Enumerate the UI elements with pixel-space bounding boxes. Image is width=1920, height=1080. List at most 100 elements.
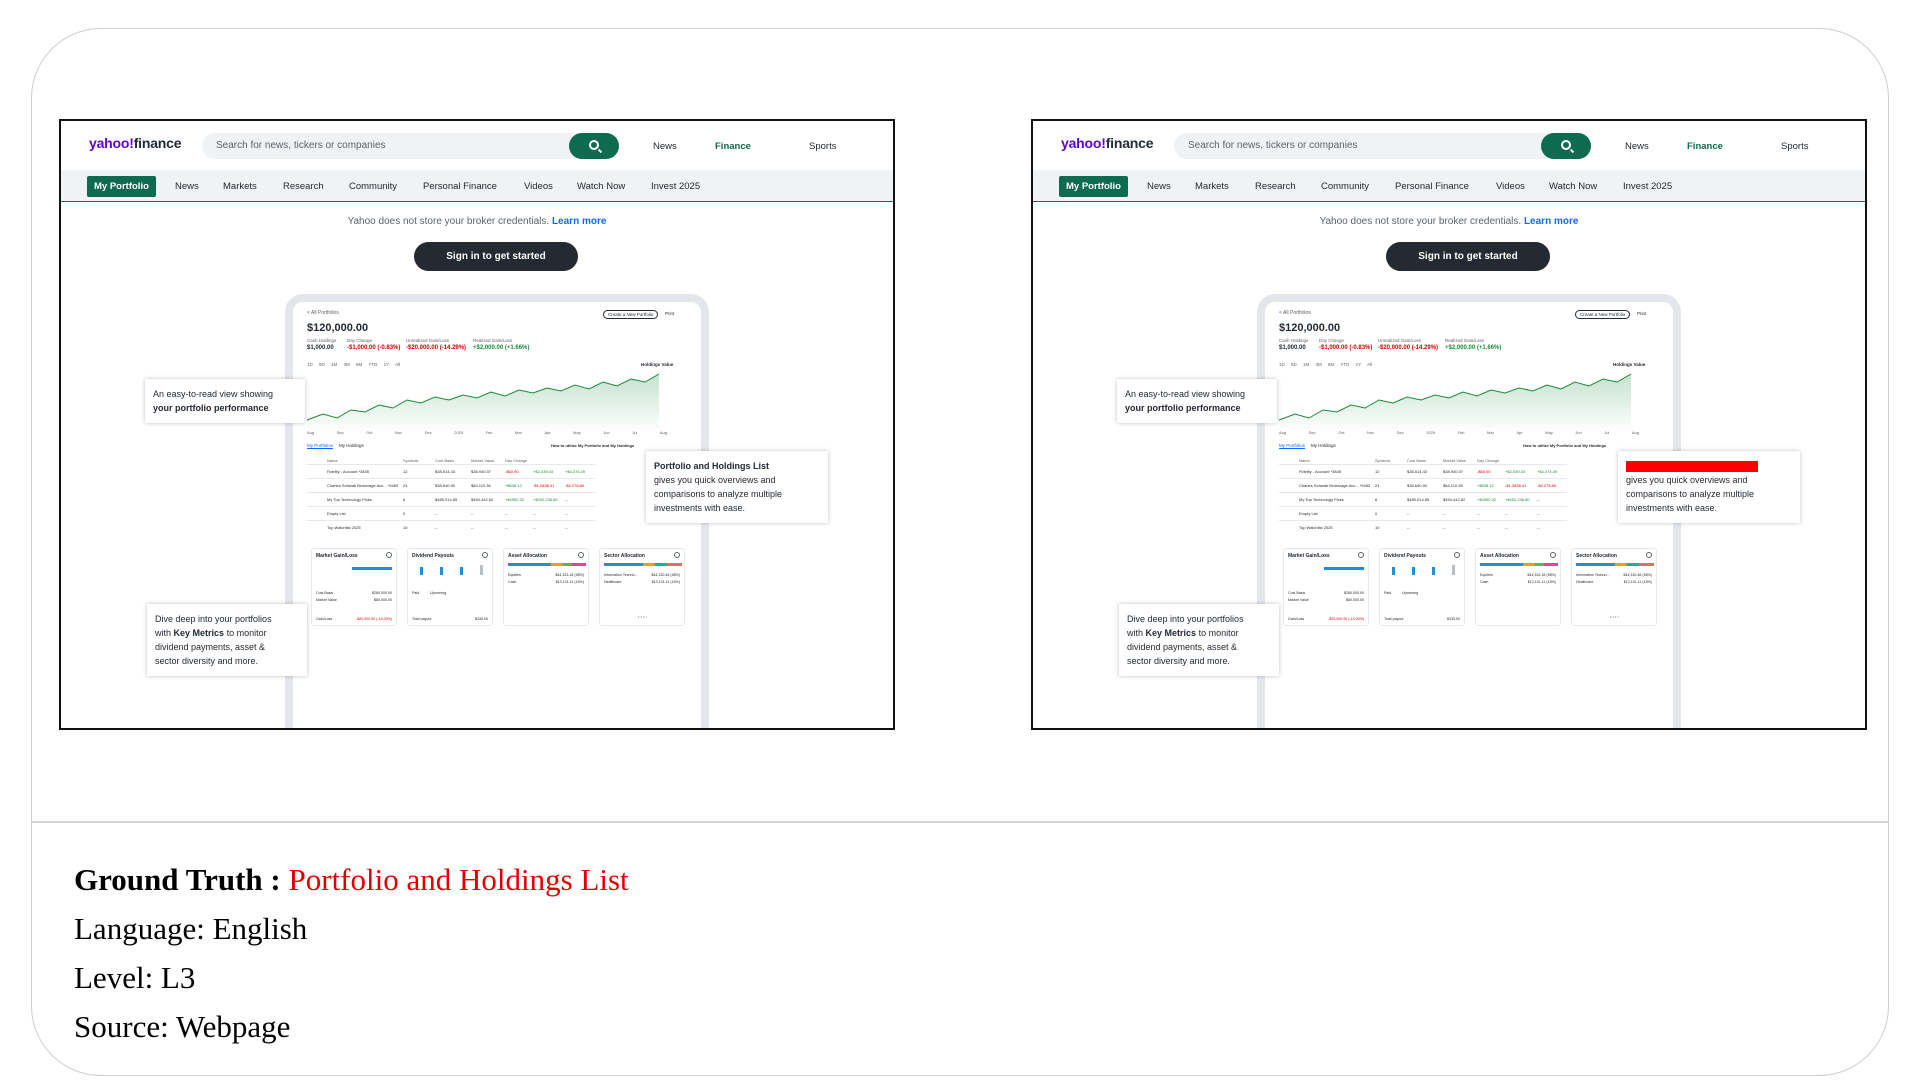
top-link-finance[interactable]: Finance (715, 141, 751, 152)
stat-unrealized: Unrealized Gain/Loss -$20,000.00 (-14.29%… (406, 338, 467, 351)
learn-more-link[interactable]: Learn more (1524, 216, 1578, 227)
top-link-news[interactable]: News (653, 141, 677, 152)
callout-holdings-list-masked: gives you quick overviews and comparisons… (1618, 451, 1800, 523)
card-market-gain-loss[interactable]: Market Gain/Loss Cost Basis $280,000.00 Mar… (311, 548, 397, 626)
info-icon[interactable] (578, 552, 584, 558)
tab-my-holdings[interactable]: My Holdings (1311, 443, 1336, 448)
nav-my-portfolio[interactable]: My Portfolio (1059, 176, 1128, 197)
comparison-card: yahoo!finance Search for news, tickers o… (31, 28, 1889, 1076)
broker-notice: Yahoo does not store your broker credent… (347, 216, 607, 227)
nav-markets[interactable]: Markets (1195, 181, 1229, 192)
card-pager[interactable]: • • • › (1610, 614, 1619, 619)
chart-months: Aug Sep Oct Nov Dec 2025 Feb Mar Apr May Jun Jul Aug (1279, 430, 1639, 435)
nav-watch-now[interactable]: Watch Now (1549, 181, 1597, 192)
sign-in-button[interactable]: Sign in to get started (414, 242, 578, 271)
stat-realized: Realized Gain/Loss +$2,000.00 (+1.66%) (473, 338, 530, 351)
info-icon[interactable] (482, 552, 488, 558)
info-icon[interactable] (1646, 552, 1652, 558)
card-sector-allocation[interactable]: Sector Allocation Information Techno... $4… (599, 548, 685, 626)
sign-in-button[interactable]: Sign in to get started (1386, 242, 1550, 271)
info-icon[interactable] (1454, 552, 1460, 558)
info-icon[interactable] (1550, 552, 1556, 558)
site-header: yahoo!finance Search for news, tickers o… (61, 121, 893, 169)
nav-invest-2025[interactable]: Invest 2025 (651, 181, 700, 192)
table-row[interactable]: Fidelity - Account *3845 12 $38,514.43 $38,… (1279, 464, 1567, 478)
search-bar[interactable]: Search for news, tickers or companies (1174, 133, 1591, 159)
performance-chart (306, 373, 660, 432)
holdings-value-dropdown[interactable]: Holdings Value (1613, 362, 1645, 367)
card-market-gain-loss[interactable]: Market Gain/Loss Cost Basis $280,000.00 Mar… (1283, 548, 1369, 626)
nav-news[interactable]: News (175, 181, 199, 192)
print-button[interactable]: Print (1637, 311, 1646, 316)
portfolio-total: $120,000.00 (1279, 322, 1341, 334)
top-link-sports[interactable]: Sports (809, 141, 836, 152)
yahoo-finance-logo[interactable]: yahoo!finance (1061, 135, 1154, 151)
finance-nav: My Portfolio News Markets Research Commu… (61, 170, 893, 202)
search-placeholder[interactable]: Search for news, tickers or companies (216, 140, 386, 151)
nav-research[interactable]: Research (283, 181, 324, 192)
table-row[interactable]: Top Watchlist 2025 10 -- -- -- -- -- (307, 520, 595, 534)
tab-my-portfolios[interactable]: My Portfolios (307, 443, 334, 449)
card-sector-allocation[interactable]: Sector Allocation Information Techno... $4… (1571, 548, 1657, 626)
help-link[interactable]: How to utilize My Portfolio and My Holdi… (1523, 443, 1606, 448)
top-link-sports[interactable]: Sports (1781, 141, 1808, 152)
tab-my-portfolios[interactable]: My Portfolios (1279, 443, 1306, 449)
callout-performance: An easy-to-read view showing your portfol… (1117, 379, 1277, 423)
create-portfolio-button[interactable]: Create a New Portfolio (603, 310, 659, 319)
table-row[interactable]: My Top Technology Picks 6 $485,014.85 $494,… (1279, 492, 1567, 506)
all-portfolios-link[interactable]: < All Portfolios (307, 310, 339, 316)
nav-personal-finance[interactable]: Personal Finance (423, 181, 497, 192)
create-portfolio-button[interactable]: Create a New Portfolio (1575, 310, 1631, 319)
top-link-news[interactable]: News (1625, 141, 1649, 152)
range-selector[interactable]: 1D 5D 1M 3M 6M YTD 1Y All (1279, 362, 1372, 367)
nav-community[interactable]: Community (349, 181, 397, 192)
card-dividend-payouts[interactable]: Dividend Payouts Paid Upcoming Total payout… (407, 548, 493, 626)
nav-personal-finance[interactable]: Personal Finance (1395, 181, 1469, 192)
card-asset-allocation[interactable]: Asset Allocation Equities $44,333.18 (58%)… (1475, 548, 1561, 626)
nav-watch-now[interactable]: Watch Now (577, 181, 625, 192)
info-icon[interactable] (386, 552, 392, 558)
search-placeholder[interactable]: Search for news, tickers or companies (1188, 140, 1358, 151)
ground-truth-value: Portfolio and Holdings List (288, 862, 629, 897)
nav-markets[interactable]: Markets (223, 181, 257, 192)
top-link-finance[interactable]: Finance (1687, 141, 1723, 152)
nav-news[interactable]: News (1147, 181, 1171, 192)
nav-invest-2025[interactable]: Invest 2025 (1623, 181, 1672, 192)
callout-holdings-title: Portfolio and Holdings List (654, 461, 769, 471)
info-icon[interactable] (674, 552, 680, 558)
search-button[interactable] (1541, 133, 1591, 159)
nav-videos[interactable]: Videos (1496, 181, 1525, 192)
search-icon (589, 140, 599, 150)
table-row[interactable]: Top Watchlist 2025 10 -- -- -- -- -- (1279, 520, 1567, 534)
table-row[interactable]: My Top Technology Picks 6 $485,014.85 $494,… (307, 492, 595, 506)
all-portfolios-link[interactable]: < All Portfolios (1279, 310, 1311, 316)
range-selector[interactable]: 1D 5D 1M 3M 6M YTD 1Y All (307, 362, 400, 367)
table-row[interactable]: Charles Schwab Brokerage Acc... *9483 24 $… (1279, 478, 1567, 492)
card-pager[interactable]: • • • › (638, 614, 647, 619)
nav-research[interactable]: Research (1255, 181, 1296, 192)
table-row[interactable]: Empty List 0 -- -- -- -- -- (307, 506, 595, 520)
nav-my-portfolio[interactable]: My Portfolio (87, 176, 156, 197)
nav-community[interactable]: Community (1321, 181, 1369, 192)
level-line: Level: L3 (74, 960, 196, 995)
card-dividend-payouts[interactable]: Dividend Payouts Paid Upcoming Total payout… (1379, 548, 1465, 626)
table-header: Name Symbols Cost Basis Market Value Day… (327, 458, 528, 463)
tab-my-holdings[interactable]: My Holdings (339, 443, 364, 448)
card-asset-allocation[interactable]: Asset Allocation Equities $44,333.18 (58%)… (503, 548, 589, 626)
info-icon[interactable] (1358, 552, 1364, 558)
holdings-value-dropdown[interactable]: Holdings Value (641, 362, 673, 367)
redacted-title-mask (1626, 461, 1758, 472)
print-button[interactable]: Print (665, 311, 674, 316)
nav-videos[interactable]: Videos (524, 181, 553, 192)
section-divider (32, 821, 1888, 823)
table-row[interactable]: Charles Schwab Brokerage Acc... *9483 24 $… (307, 478, 595, 492)
callout-performance: An easy-to-read view showing your portfol… (145, 379, 305, 423)
learn-more-link[interactable]: Learn more (552, 216, 606, 227)
help-link[interactable]: How to utilize My Portfolio and My Holdi… (551, 443, 634, 448)
search-button[interactable] (569, 133, 619, 159)
yahoo-finance-logo[interactable]: yahoo!finance (89, 135, 182, 151)
stat-realized: Realized Gain/Loss +$2,000.00 (+1.66%) (1445, 338, 1502, 351)
table-row[interactable]: Fidelity - Account *3845 12 $38,514.43 $38,… (307, 464, 595, 478)
search-bar[interactable]: Search for news, tickers or companies (202, 133, 619, 159)
table-row[interactable]: Empty List 0 -- -- -- -- -- (1279, 506, 1567, 520)
